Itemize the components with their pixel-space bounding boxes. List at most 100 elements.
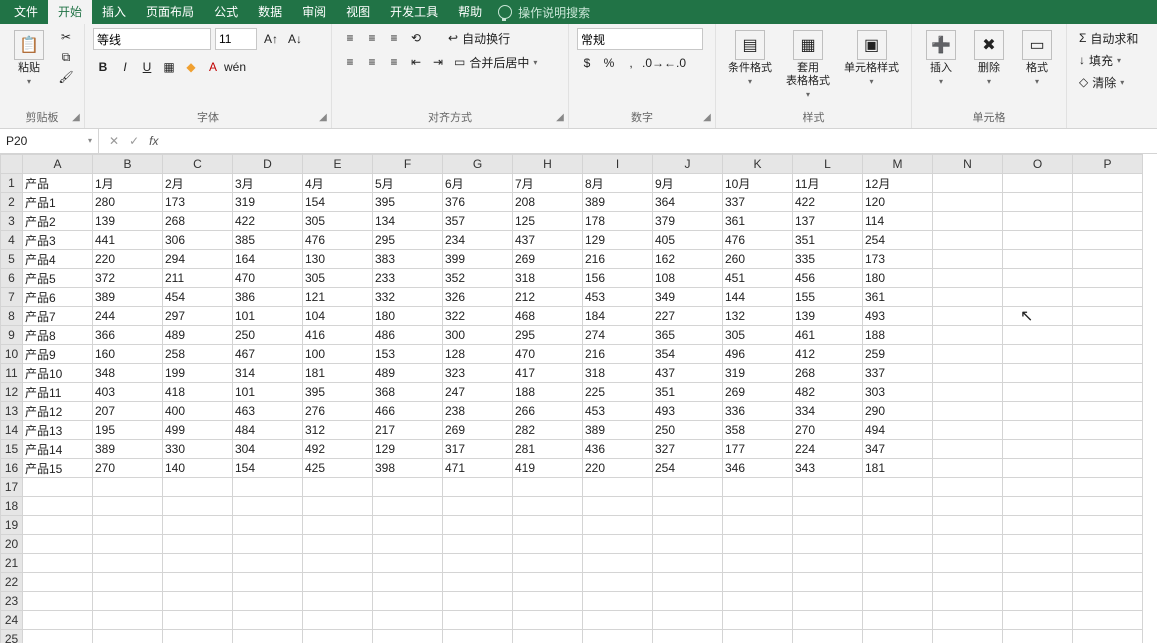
cell[interactable]	[23, 497, 93, 516]
row-header[interactable]: 19	[1, 516, 23, 535]
cell[interactable]	[1003, 611, 1073, 630]
cell[interactable]: 259	[863, 345, 933, 364]
row-header[interactable]: 2	[1, 193, 23, 212]
cell[interactable]	[653, 535, 723, 554]
cell[interactable]	[653, 554, 723, 573]
cell[interactable]: 470	[513, 345, 583, 364]
cell[interactable]: 产品9	[23, 345, 93, 364]
conditional-format-button[interactable]: ▤条件格式▾	[724, 28, 776, 88]
cell[interactable]	[793, 611, 863, 630]
dialog-launcher-icon[interactable]: ◢	[554, 112, 566, 124]
cell[interactable]: 173	[163, 193, 233, 212]
cell[interactable]: 233	[373, 269, 443, 288]
cell[interactable]: 379	[653, 212, 723, 231]
italic-button[interactable]: I	[115, 58, 135, 76]
copy-button[interactable]: ⧉	[56, 48, 76, 66]
row-header[interactable]: 22	[1, 573, 23, 592]
cell[interactable]: 471	[443, 459, 513, 478]
cell[interactable]: 268	[793, 364, 863, 383]
cell[interactable]: 492	[303, 440, 373, 459]
cell[interactable]	[1073, 326, 1143, 345]
worksheet-grid[interactable]: ABCDEFGHIJKLMNOP1产品1月2月3月4月5月6月7月8月9月10月…	[0, 154, 1157, 643]
cell[interactable]: 212	[513, 288, 583, 307]
cell[interactable]	[1003, 421, 1073, 440]
cell[interactable]	[1073, 345, 1143, 364]
cell[interactable]: 276	[303, 402, 373, 421]
cell[interactable]: 250	[233, 326, 303, 345]
cell[interactable]: 产品10	[23, 364, 93, 383]
cell[interactable]: 385	[233, 231, 303, 250]
tab-review[interactable]: 审阅	[292, 0, 336, 24]
cell[interactable]	[793, 516, 863, 535]
cell[interactable]: 294	[163, 250, 233, 269]
cell[interactable]	[1073, 440, 1143, 459]
cell[interactable]: 产品8	[23, 326, 93, 345]
cell[interactable]: 383	[373, 250, 443, 269]
cell[interactable]: 364	[653, 193, 723, 212]
cell[interactable]	[1003, 231, 1073, 250]
row-header[interactable]: 15	[1, 440, 23, 459]
cell[interactable]: 217	[373, 421, 443, 440]
cell[interactable]	[1073, 459, 1143, 478]
cell[interactable]: 12月	[863, 174, 933, 193]
cell[interactable]: 317	[443, 440, 513, 459]
cell[interactable]: 产品	[23, 174, 93, 193]
cell[interactable]: 463	[233, 402, 303, 421]
cell[interactable]	[723, 497, 793, 516]
cell[interactable]	[513, 497, 583, 516]
increase-font-button[interactable]: A↑	[261, 30, 281, 48]
cell[interactable]: 10月	[723, 174, 793, 193]
cell[interactable]: 306	[163, 231, 233, 250]
cell[interactable]: 270	[93, 459, 163, 478]
cell[interactable]	[373, 554, 443, 573]
cell[interactable]: 181	[303, 364, 373, 383]
cell[interactable]	[793, 592, 863, 611]
cell[interactable]: 395	[373, 193, 443, 212]
cell[interactable]: 6月	[443, 174, 513, 193]
cell[interactable]: 399	[443, 250, 513, 269]
cell[interactable]: 1月	[93, 174, 163, 193]
cell[interactable]: 269	[513, 250, 583, 269]
cell[interactable]: 211	[163, 269, 233, 288]
cell[interactable]: 305	[303, 212, 373, 231]
cell[interactable]: 347	[863, 440, 933, 459]
cell[interactable]: 348	[93, 364, 163, 383]
cell[interactable]: 453	[583, 288, 653, 307]
cell[interactable]	[513, 535, 583, 554]
cell[interactable]	[1003, 535, 1073, 554]
cell[interactable]	[163, 516, 233, 535]
cell[interactable]: 266	[513, 402, 583, 421]
cell[interactable]	[1003, 478, 1073, 497]
cell[interactable]	[863, 478, 933, 497]
cell[interactable]: 305	[303, 269, 373, 288]
increase-indent-button[interactable]: ⇥	[428, 53, 448, 71]
row-header[interactable]: 16	[1, 459, 23, 478]
cell[interactable]: 354	[653, 345, 723, 364]
cell[interactable]	[863, 554, 933, 573]
cell[interactable]: 产品3	[23, 231, 93, 250]
cell[interactable]: 327	[653, 440, 723, 459]
cell[interactable]	[303, 573, 373, 592]
cell[interactable]	[23, 611, 93, 630]
row-header[interactable]: 4	[1, 231, 23, 250]
cell[interactable]	[933, 174, 1003, 193]
cell[interactable]	[933, 573, 1003, 592]
cell[interactable]: 489	[163, 326, 233, 345]
cell[interactable]: 250	[653, 421, 723, 440]
cell[interactable]: 132	[723, 307, 793, 326]
cell[interactable]: 281	[513, 440, 583, 459]
cell[interactable]	[1073, 383, 1143, 402]
bold-button[interactable]: B	[93, 58, 113, 76]
cell[interactable]: 386	[233, 288, 303, 307]
cell[interactable]	[933, 307, 1003, 326]
cell[interactable]	[793, 535, 863, 554]
cell[interactable]	[373, 497, 443, 516]
cell[interactable]	[933, 193, 1003, 212]
cancel-formula-button[interactable]: ✕	[109, 134, 119, 148]
cell[interactable]: 493	[863, 307, 933, 326]
cell[interactable]	[303, 611, 373, 630]
cell[interactable]: 412	[793, 345, 863, 364]
cell[interactable]: 11月	[793, 174, 863, 193]
cell[interactable]	[933, 250, 1003, 269]
cell[interactable]	[93, 497, 163, 516]
